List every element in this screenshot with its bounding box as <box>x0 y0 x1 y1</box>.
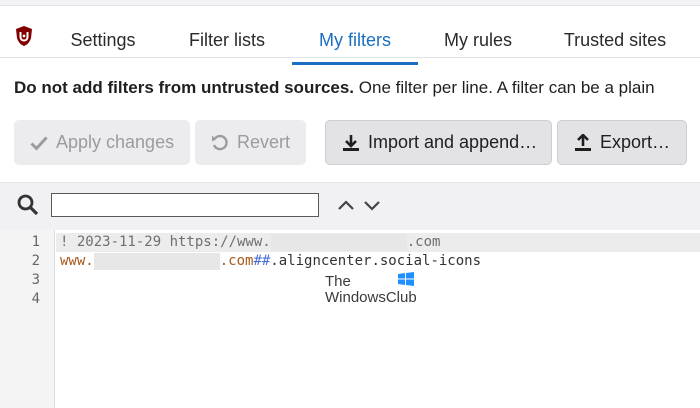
revert-button[interactable]: Revert <box>195 120 306 165</box>
tab-my-rules[interactable]: My rules <box>432 16 524 60</box>
search-icon <box>17 194 39 216</box>
import-icon <box>343 134 359 151</box>
tab-trusted-sites[interactable]: Trusted sites <box>550 16 680 60</box>
comment-text: ! 2023-11-29 https://www. <box>60 234 271 250</box>
watermark-line-2: WindowsClub <box>325 289 417 306</box>
redacted-domain <box>93 253 220 270</box>
import-and-append-button[interactable]: Import and append… <box>325 120 552 165</box>
line-number-gutter: 1 2 3 4 <box>0 230 55 408</box>
dashboard-tab-bar: Settings Filter lists My filters My rule… <box>0 8 700 65</box>
filters-notice: Do not add filters from untrusted source… <box>14 78 700 98</box>
tab-settings[interactable]: Settings <box>58 16 148 60</box>
line-number: 4 <box>31 291 40 307</box>
tab-filter-lists[interactable]: Filter lists <box>176 16 278 60</box>
windows-logo-icon <box>398 272 414 286</box>
revert-label: Revert <box>237 132 291 152</box>
notice-text: One filter per line. A filter can be a p… <box>354 78 655 97</box>
comment-suffix: .com <box>406 234 441 250</box>
notice-warning: Do not add filters from untrusted source… <box>14 78 355 97</box>
editor-line-2: www. .com##.aligncenter.social-icons <box>60 252 481 271</box>
filter-separator: ## <box>253 253 271 269</box>
apply-changes-label: Apply changes <box>56 132 175 152</box>
export-button[interactable]: Export… <box>557 120 687 165</box>
editor-line-1: ! 2023-11-29 https://www. .com <box>60 233 440 252</box>
address-bar-edge <box>0 0 700 6</box>
line-number: 3 <box>31 272 40 288</box>
filter-domain-suffix: .com <box>219 253 254 269</box>
chevron-up-icon[interactable] <box>336 193 356 217</box>
search-input[interactable] <box>51 193 319 217</box>
tab-my-filters[interactable]: My filters <box>292 16 418 65</box>
export-label: Export… <box>600 132 671 152</box>
chevron-down-icon[interactable] <box>362 193 382 217</box>
export-icon <box>575 133 591 151</box>
import-label: Import and append… <box>368 132 538 152</box>
ublock-logo-icon <box>16 26 32 46</box>
filter-domain-prefix: www. <box>60 253 94 269</box>
filter-selector: .aligncenter.social-icons <box>270 253 482 269</box>
line-number: 2 <box>31 253 40 269</box>
revert-icon <box>212 134 228 150</box>
browser-top-strip <box>0 0 700 8</box>
redacted-domain <box>270 234 407 251</box>
checkmark-icon <box>30 135 48 151</box>
line-number: 1 <box>31 234 40 250</box>
apply-changes-button[interactable]: Apply changes <box>14 120 190 165</box>
